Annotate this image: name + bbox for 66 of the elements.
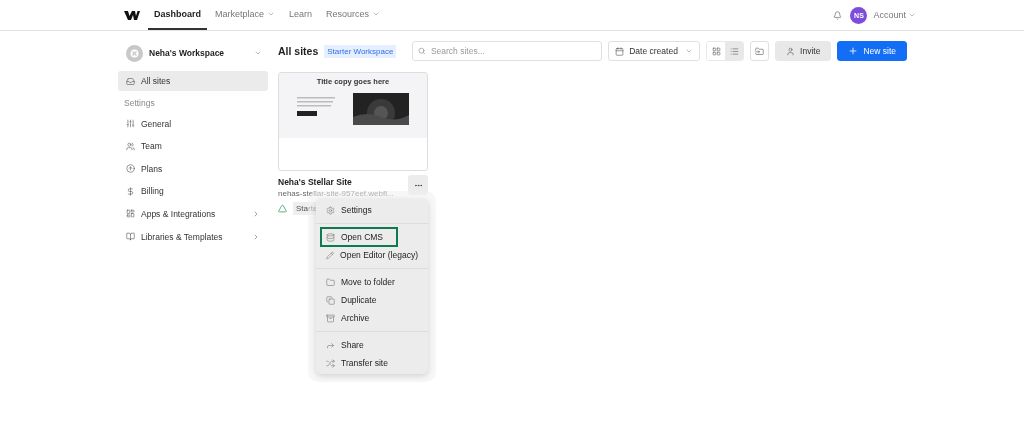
arrow-circle-icon [126,164,135,174]
users-icon [126,141,135,151]
logo-icon[interactable] [124,10,140,20]
copy-icon [326,295,335,305]
database-icon [326,232,335,242]
sidebar-item[interactable]: Billing [118,181,268,202]
apps-icon [126,209,135,219]
user-icon [786,46,796,56]
view-toggle[interactable] [725,42,744,60]
bell-icon[interactable] [833,10,843,20]
plan-badge: Starter Workspace [324,44,397,58]
invite-button[interactable]: Invite [775,41,832,61]
list-icon [729,46,739,56]
folder-button[interactable] [750,41,770,61]
section-heading: Settings [123,96,156,110]
caret-icon[interactable] [254,49,262,57]
caret-icon [908,11,916,19]
sidebar-item[interactable]: Libraries & Templates [118,226,268,247]
sidebar-item[interactable]: All sites [118,71,268,91]
dollar-icon [126,186,135,196]
search-icon [418,47,426,55]
chevron-icon [252,232,260,241]
nav-tab[interactable]: Learn [283,0,319,30]
chevron-icon [252,209,260,218]
caret-icon [685,47,694,55]
menu-item[interactable]: Open Editor (legacy) [320,245,424,265]
plus-icon [848,46,859,56]
nav-tab[interactable]: Marketplace [209,0,282,30]
sidebar-item[interactable]: Apps & Integrations [118,203,268,224]
workspace-logo [126,44,143,62]
menu-item[interactable]: Transfer site [320,353,424,373]
menu-item[interactable]: Open CMS [320,227,398,247]
share-icon [326,340,335,350]
caret-icon [267,10,276,18]
pencil-icon [326,250,335,260]
search-input[interactable]: Search sites... [428,45,597,57]
site-name[interactable]: Neha's Stellar Site [278,177,408,187]
workspace-name[interactable]: Neha's Workspace [149,48,248,58]
page-title: All sites [278,45,319,57]
archive-icon [326,313,335,323]
search-field[interactable]: Search sites... [412,41,603,61]
account-menu[interactable]: Account [873,0,916,30]
inbox-icon [126,76,135,86]
caret-icon [372,10,381,18]
menu-item[interactable]: Archive [320,308,424,328]
sidebar-item[interactable]: General [118,113,268,134]
menu-item[interactable]: Settings [320,200,424,220]
folder-icon [326,277,335,287]
nav-tab[interactable]: Dashboard [148,0,207,30]
menu-item[interactable]: Share [320,335,424,355]
menu-item[interactable]: Duplicate [320,290,424,310]
grid-icon [711,46,721,56]
new-site-button[interactable]: New site [837,41,907,61]
more-button[interactable] [408,175,428,195]
sidebar-item[interactable]: Plans [118,158,268,179]
transfer-icon [326,358,335,368]
folder-icon [755,46,765,56]
nav-tab[interactable]: Resources [320,0,387,30]
book-icon [126,232,135,242]
menu-item[interactable]: Move to folder [320,272,424,292]
sliders-icon [126,119,135,129]
sidebar-item[interactable]: Team [118,136,268,157]
calendar-icon [615,46,625,56]
sort-dropdown[interactable]: Date created [608,41,701,61]
triangle-icon [278,204,287,213]
settings-icon [326,205,335,215]
